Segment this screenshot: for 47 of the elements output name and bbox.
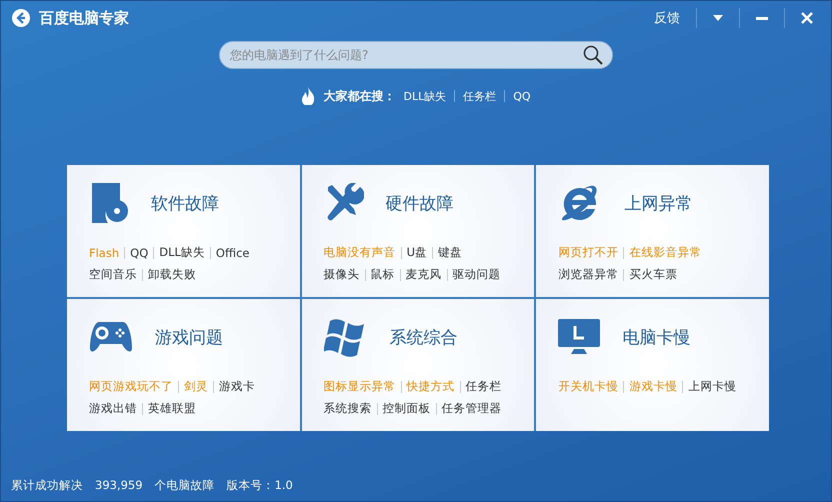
flame-icon: [301, 87, 316, 105]
issue-link[interactable]: 游戏卡: [219, 379, 255, 394]
issue-link[interactable]: 游戏出错: [89, 401, 137, 416]
issue-link[interactable]: 上网卡慢: [688, 379, 736, 394]
feedback-button[interactable]: 反馈: [646, 6, 688, 30]
issue-link[interactable]: 任务栏: [466, 379, 502, 394]
disc-box-icon: [89, 183, 129, 223]
hot-search-label: 大家都在搜：: [323, 88, 396, 104]
category-title[interactable]: 硬件故障: [386, 192, 454, 214]
issue-link[interactable]: 系统搜索: [324, 401, 372, 416]
version-label: 版本号：1.0: [226, 478, 293, 493]
hot-search-link[interactable]: 任务栏: [463, 88, 496, 104]
issue-link[interactable]: DLL缺失: [159, 245, 205, 260]
gamepad-icon: [89, 320, 133, 354]
issue-link[interactable]: 卸载失败: [148, 267, 196, 282]
minimize-icon: [756, 16, 768, 20]
issue-link[interactable]: 键盘: [438, 245, 462, 260]
issue-link[interactable]: 驱动问题: [452, 267, 501, 282]
category-title[interactable]: 上网异常: [624, 192, 692, 214]
monitor-icon: [558, 319, 600, 355]
issue-link[interactable]: QQ: [130, 246, 148, 260]
search-icon[interactable]: [583, 45, 603, 65]
category-title[interactable]: 游戏问题: [155, 326, 223, 348]
issue-link[interactable]: 英雄联盟: [148, 401, 196, 416]
close-icon: [801, 12, 813, 24]
issue-link[interactable]: 买火车票: [629, 267, 678, 282]
issue-link[interactable]: 麦克风: [406, 267, 442, 282]
caret-icon: [713, 15, 723, 21]
issue-link[interactable]: 空间音乐: [89, 267, 137, 282]
app-logo-icon: [11, 8, 31, 28]
status-unit: 个电脑故障: [154, 478, 215, 493]
category-title[interactable]: 电脑卡慢: [622, 326, 690, 348]
issue-link[interactable]: Office: [216, 246, 250, 260]
status-label: 累计成功解决: [11, 478, 83, 493]
hot-search-link[interactable]: DLL缺失: [403, 88, 446, 104]
issue-link[interactable]: 浏览器异常: [558, 267, 618, 282]
solved-count: 393,959: [95, 478, 143, 493]
issue-link[interactable]: 鼠标: [370, 267, 395, 282]
issue-link[interactable]: U盘: [406, 245, 428, 260]
window-title: 百度电脑专家: [39, 8, 130, 28]
issue-link[interactable]: 摄像头: [324, 267, 360, 282]
issue-link[interactable]: 任务管理器: [442, 401, 502, 416]
hot-search-link[interactable]: QQ: [513, 90, 531, 102]
category-title[interactable]: 系统综合: [390, 326, 458, 348]
search-field[interactable]: 您的电脑遇到了什么问题?: [219, 41, 613, 69]
category-title[interactable]: 软件故障: [151, 192, 219, 214]
issue-link[interactable]: 控制面板: [382, 401, 431, 416]
